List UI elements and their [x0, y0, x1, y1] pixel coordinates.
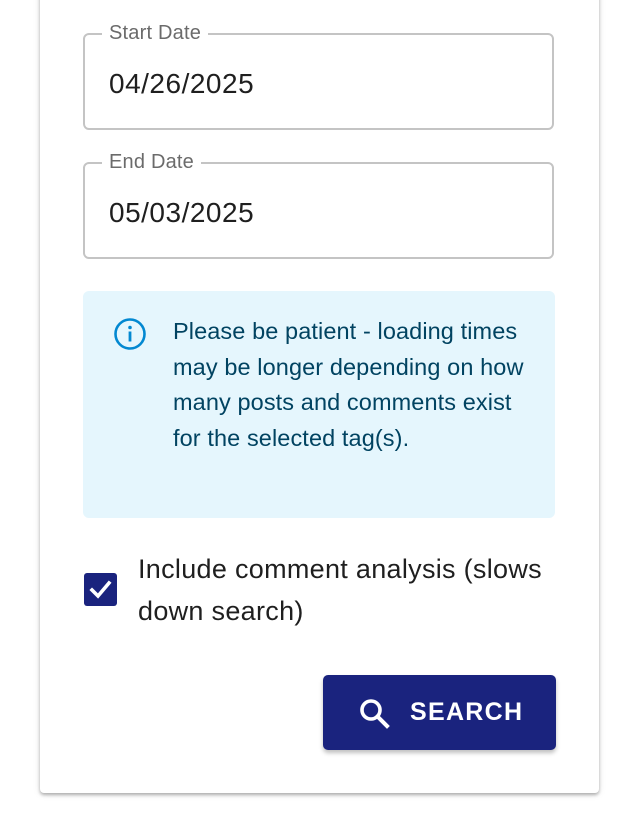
end-date-label: End Date: [102, 150, 201, 174]
search-icon: [358, 697, 391, 730]
comment-analysis-checkbox[interactable]: [84, 573, 117, 606]
info-alert-message: Please be patient - loading times may be…: [173, 318, 524, 451]
start-date-input[interactable]: 04/26/2025: [109, 68, 254, 100]
info-icon: [113, 317, 147, 351]
end-date-input[interactable]: 05/03/2025: [109, 197, 254, 229]
start-date-field[interactable]: Start Date 04/26/2025: [83, 21, 554, 130]
end-date-field[interactable]: End Date 05/03/2025: [83, 150, 554, 259]
info-alert: Please be patient - loading times may be…: [83, 291, 555, 518]
comment-analysis-label[interactable]: Include comment analysis (slows down sea…: [138, 548, 558, 632]
search-button[interactable]: SEARCH: [323, 675, 556, 750]
start-date-label: Start Date: [102, 21, 209, 45]
search-button-label: SEARCH: [410, 698, 524, 726]
checkmark-icon: [89, 580, 112, 599]
